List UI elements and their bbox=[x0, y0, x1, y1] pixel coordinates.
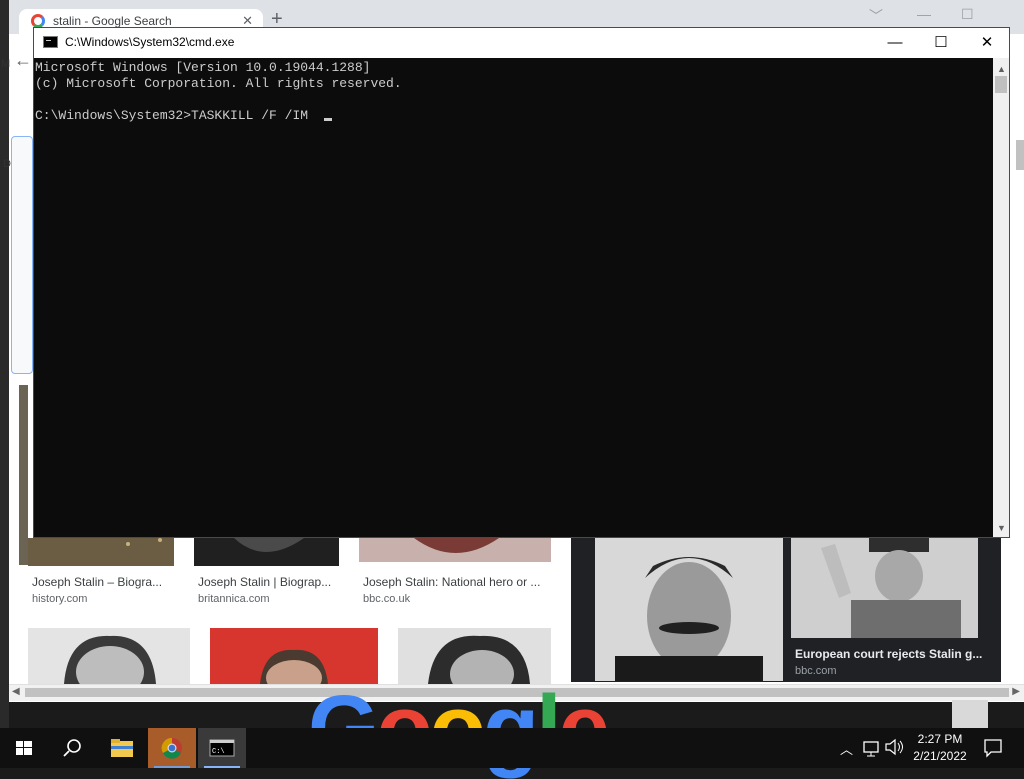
new-tab-button[interactable]: + bbox=[271, 9, 283, 29]
portrait-image-icon bbox=[194, 538, 339, 566]
result-caption[interactable]: Joseph Stalin – Biogra... bbox=[32, 575, 162, 589]
preview-image-waving[interactable] bbox=[791, 538, 978, 638]
terminal-icon: C:\ bbox=[209, 739, 235, 757]
system-clock[interactable]: 2:27 PM 2/21/2022 bbox=[905, 731, 975, 765]
windows-logo-icon bbox=[16, 741, 32, 755]
portrait-image-icon bbox=[28, 628, 190, 684]
scroll-up-arrow-icon[interactable]: ▲ bbox=[997, 64, 1006, 74]
portrait-image-icon bbox=[398, 628, 551, 684]
search-icon bbox=[63, 739, 81, 757]
console-prompt-line: C:\Windows\System32>TASKKILL /F /IM bbox=[35, 108, 316, 123]
tab-search-chevron-icon[interactable]: ﹀ bbox=[869, 6, 883, 26]
partial-text-fragment: D bbox=[3, 158, 11, 170]
cmd-maximize-button[interactable]: ☐ bbox=[918, 28, 964, 58]
svg-text:C:\: C:\ bbox=[212, 748, 225, 756]
back-arrow-icon[interactable]: ← bbox=[14, 50, 32, 71]
google-favicon-icon bbox=[31, 14, 45, 28]
cmd-minimize-button[interactable]: — bbox=[872, 28, 918, 58]
notification-center-icon[interactable] bbox=[982, 737, 1004, 777]
browser-maximize-icon[interactable]: ☐ bbox=[961, 6, 974, 23]
text-cursor bbox=[323, 118, 332, 121]
folder-icon bbox=[111, 739, 133, 757]
scrollbar-thumb[interactable] bbox=[995, 76, 1007, 93]
portrait-image-icon bbox=[595, 538, 783, 681]
preview-image-portrait[interactable] bbox=[595, 538, 783, 681]
browser-side-panel bbox=[11, 136, 33, 374]
chrome-taskbar-button[interactable] bbox=[148, 728, 196, 768]
search-button[interactable] bbox=[48, 728, 96, 768]
scroll-down-arrow-icon[interactable]: ▼ bbox=[997, 523, 1006, 533]
result-image-2[interactable] bbox=[194, 538, 339, 566]
cmd-app-icon bbox=[43, 36, 58, 48]
taskbar: C:\ ︿ 2:27 PM 2/21/2022 bbox=[0, 728, 1024, 768]
result-image-1[interactable] bbox=[28, 538, 174, 566]
result-source: bbc.co.uk bbox=[363, 593, 411, 605]
browser-vertical-scrollbar-thumb[interactable] bbox=[1016, 140, 1024, 170]
uniform-image-icon bbox=[28, 538, 174, 566]
console-line: (c) Microsoft Corporation. All rights re… bbox=[35, 76, 402, 91]
portrait-image-icon bbox=[791, 538, 978, 638]
result-image-6[interactable] bbox=[398, 628, 551, 684]
result-source: britannica.com bbox=[198, 593, 270, 605]
cmd-title-bar[interactable]: C:\Windows\System32\cmd.exe — ☐ ✕ bbox=[34, 28, 1009, 58]
cmd-close-button[interactable]: ✕ bbox=[964, 28, 1010, 58]
network-icon[interactable] bbox=[862, 736, 882, 776]
chrome-icon bbox=[161, 737, 182, 759]
tab-title: stalin - Google Search bbox=[53, 14, 172, 28]
cmd-console-output[interactable]: Microsoft Windows [Version 10.0.19044.12… bbox=[34, 58, 994, 537]
browser-minimize-icon[interactable]: — bbox=[917, 6, 931, 22]
portrait-image-icon bbox=[359, 538, 551, 562]
volume-icon[interactable] bbox=[884, 736, 906, 776]
clock-date: 2/21/2022 bbox=[913, 749, 967, 763]
cmd-taskbar-button[interactable]: C:\ bbox=[198, 728, 246, 768]
partial-text-fragment: M bbox=[1, 58, 11, 70]
result-image-3[interactable] bbox=[359, 538, 551, 562]
desktop-background bbox=[0, 0, 9, 730]
clock-time: 2:27 PM bbox=[917, 732, 963, 746]
image-thumbnail-partial bbox=[19, 385, 28, 565]
cmd-vertical-scrollbar[interactable]: ▲ ▼ bbox=[993, 58, 1009, 537]
cmd-window-title: C:\Windows\System32\cmd.exe bbox=[65, 35, 235, 49]
cmd-window[interactable]: C:\Windows\System32\cmd.exe — ☐ ✕ Micros… bbox=[33, 27, 1010, 538]
result-image-4[interactable] bbox=[28, 628, 190, 684]
portrait-image-icon bbox=[210, 628, 378, 684]
result-caption[interactable]: Joseph Stalin: National hero or ... bbox=[363, 575, 540, 589]
start-button[interactable] bbox=[0, 728, 48, 768]
result-source: bbc.com bbox=[795, 665, 837, 677]
result-source: history.com bbox=[32, 593, 88, 605]
result-caption[interactable]: Joseph Stalin | Biograp... bbox=[198, 575, 331, 589]
result-image-5[interactable] bbox=[210, 628, 378, 684]
result-caption[interactable]: European court rejects Stalin g... bbox=[795, 647, 982, 661]
scroll-left-arrow-icon[interactable]: ◀ bbox=[12, 686, 20, 697]
show-hidden-icons-chevron-icon[interactable]: ︿ bbox=[840, 739, 853, 779]
background-window-fragment bbox=[952, 700, 988, 730]
scroll-right-arrow-icon[interactable]: ▶ bbox=[1012, 686, 1020, 697]
file-explorer-button[interactable] bbox=[98, 728, 146, 768]
console-line: Microsoft Windows [Version 10.0.19044.12… bbox=[35, 60, 371, 75]
